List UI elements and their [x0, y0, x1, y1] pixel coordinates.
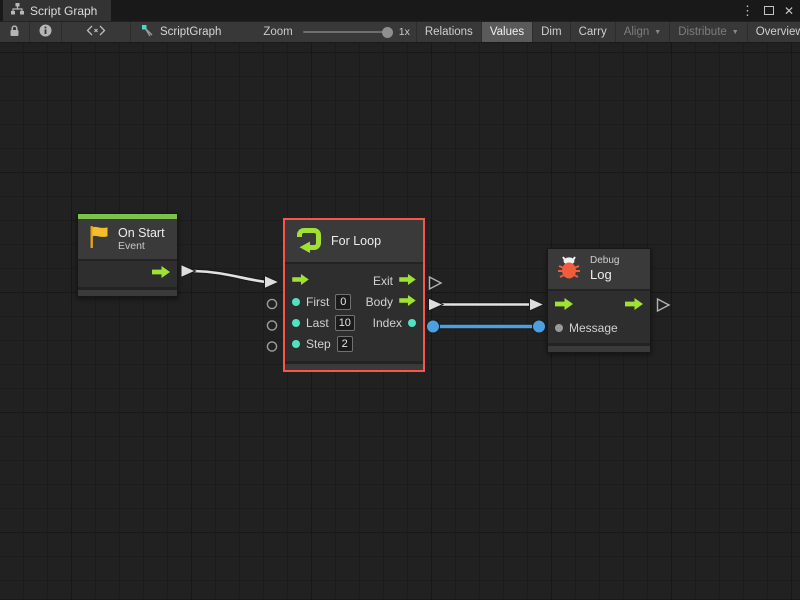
- first-port-hint-circle: [267, 299, 276, 308]
- relations-button[interactable]: Relations: [417, 22, 482, 42]
- last-input-port[interactable]: [292, 319, 300, 327]
- first-value-field[interactable]: 0: [335, 294, 351, 310]
- align-button[interactable]: Align ▼: [616, 22, 671, 42]
- info-button[interactable]: [30, 22, 62, 42]
- node-debug-log[interactable]: Debug Log: [547, 248, 651, 353]
- zoom-label: Zoom: [263, 26, 292, 38]
- port-row-first-body: First 0 Body: [285, 291, 423, 312]
- exit-flow-output-port[interactable]: [399, 272, 416, 290]
- toolbar-middle: ScriptGraph Zoom 1x: [131, 22, 417, 42]
- last-port-hint-circle: [267, 321, 276, 330]
- connection-body-debuglog: [429, 298, 545, 311]
- toolbar-right: Relations Values Dim Carry Align ▼ Distr…: [417, 22, 800, 42]
- tab-script-graph[interactable]: Script Graph: [3, 0, 111, 21]
- flag-icon: [86, 224, 110, 255]
- carry-button[interactable]: Carry: [571, 22, 616, 42]
- index-port-label: Index: [373, 316, 402, 330]
- edit-script-button[interactable]: [62, 22, 131, 42]
- node-title: On Start: [118, 226, 165, 240]
- window-menu-icon[interactable]: ⋮: [741, 4, 754, 17]
- bug-icon: [556, 253, 582, 286]
- exit-port-label: Exit: [373, 274, 393, 288]
- node-title: For Loop: [331, 234, 381, 248]
- port-row-enter-exit: Exit: [285, 270, 423, 291]
- on-start-ports: [78, 261, 177, 287]
- flow-input-port[interactable]: [292, 272, 309, 290]
- body-port-label: Body: [366, 295, 393, 309]
- flow-output-port[interactable]: [625, 297, 643, 315]
- zoom-slider[interactable]: [303, 31, 391, 33]
- tab-title: Script Graph: [30, 4, 97, 18]
- distribute-button[interactable]: Distribute ▼: [670, 22, 748, 42]
- last-value-field[interactable]: 10: [335, 315, 355, 331]
- distribute-label: Distribute: [678, 26, 727, 38]
- chevron-down-icon: ▼: [654, 29, 661, 36]
- selection-outline: For Loop Exit: [283, 218, 425, 372]
- chevron-down-icon: ▼: [732, 29, 739, 36]
- loop-icon: [295, 225, 323, 258]
- step-port-label: Step: [306, 337, 331, 351]
- exit-port-hint-triangle: [430, 277, 442, 289]
- flow-output-port[interactable]: [152, 265, 170, 283]
- lock-button[interactable]: [0, 22, 30, 42]
- graph-hierarchy-icon: [11, 3, 24, 18]
- node-subtitle: Event: [118, 240, 165, 252]
- script-graph-window: Script Graph ⋮ ✕: [0, 0, 800, 600]
- graph-name-label: ScriptGraph: [160, 26, 221, 38]
- align-label: Align: [624, 26, 650, 38]
- step-input-port[interactable]: [292, 340, 300, 348]
- for-loop-header[interactable]: For Loop: [285, 220, 423, 264]
- node-for-loop[interactable]: For Loop Exit: [285, 220, 423, 370]
- graph-canvas[interactable]: On Start Event: [0, 43, 800, 599]
- info-icon: [39, 24, 52, 40]
- flow-input-port[interactable]: [555, 297, 573, 315]
- step-value-field[interactable]: 2: [337, 336, 353, 352]
- port-row-last-index: Last 10 Index: [285, 312, 423, 333]
- message-port-label: Message: [569, 321, 618, 335]
- body-flow-output-port[interactable]: [399, 293, 416, 311]
- node-title: Log: [590, 267, 619, 283]
- connection-onstart-forloop: [181, 265, 279, 289]
- tab-bar: Script Graph ⋮ ✕: [0, 0, 800, 21]
- port-row-flow: [548, 295, 650, 317]
- index-output-port[interactable]: [408, 319, 416, 327]
- first-port-label: First: [306, 295, 329, 309]
- code-icon: [86, 25, 106, 39]
- zoom-value: 1x: [399, 26, 410, 38]
- port-row-message: Message: [548, 317, 650, 339]
- node-surtitle: Debug: [590, 255, 619, 267]
- debug-log-header[interactable]: Debug Log: [548, 249, 650, 291]
- dim-button[interactable]: Dim: [533, 22, 570, 42]
- port-row-step: Step 2: [285, 333, 423, 354]
- debuglog-out-hint-triangle: [658, 299, 670, 311]
- overview-button[interactable]: Overview: [748, 22, 800, 42]
- last-port-label: Last: [306, 316, 329, 330]
- first-input-port[interactable]: [292, 298, 300, 306]
- close-icon[interactable]: ✕: [784, 5, 794, 17]
- lock-icon: [9, 25, 20, 40]
- graph-toolbar: ScriptGraph Zoom 1x Relations Values Dim…: [0, 21, 800, 43]
- node-footer: [78, 287, 177, 296]
- script-graph-asset-icon: [141, 24, 155, 41]
- on-start-header[interactable]: On Start Event: [78, 219, 177, 259]
- maximize-icon[interactable]: [764, 6, 774, 15]
- message-input-port[interactable]: [555, 324, 563, 332]
- step-port-hint-circle: [267, 342, 276, 351]
- zoom-slider-handle[interactable]: [382, 27, 393, 38]
- values-button[interactable]: Values: [482, 22, 533, 42]
- connection-index-message: [427, 320, 546, 333]
- node-on-start[interactable]: On Start Event: [77, 213, 178, 297]
- node-footer: [548, 343, 650, 352]
- node-footer: [285, 361, 423, 370]
